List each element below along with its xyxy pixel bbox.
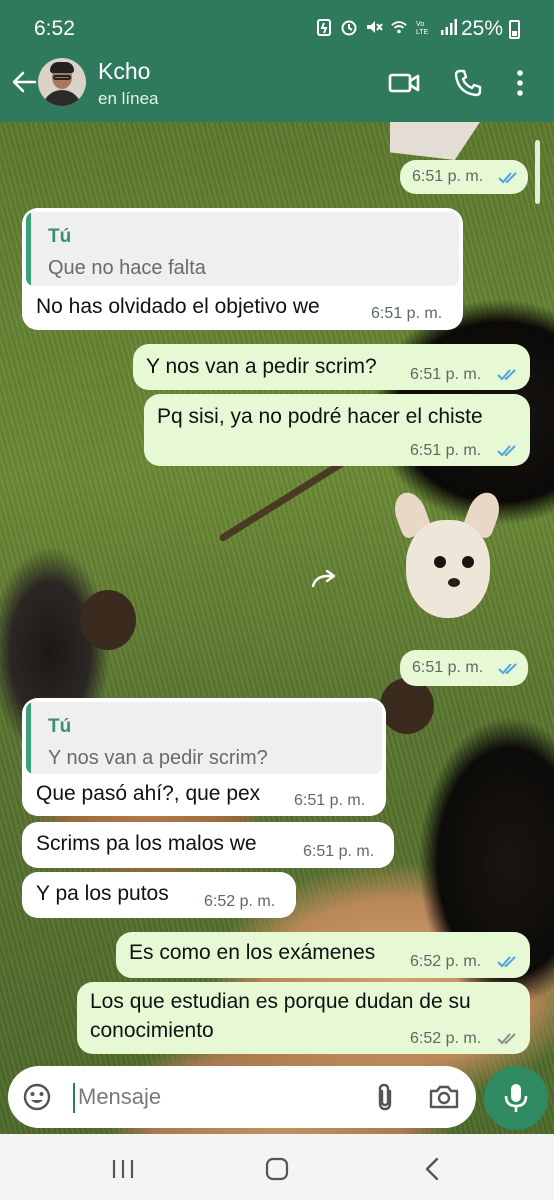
message-field[interactable]	[8, 1066, 476, 1128]
attach-icon[interactable]	[372, 1082, 398, 1112]
chat-area[interactable]: 6:51 p. m. Tú Que no hace falta No has o…	[0, 122, 554, 1134]
message-bubble-outgoing[interactable]: Pq sisi, ya no podré hacer el chiste 6:5…	[144, 394, 530, 466]
recent-apps-icon[interactable]	[108, 1156, 138, 1182]
read-ticks-icon	[497, 445, 516, 457]
message-text: Y nos van a pedir scrim?	[146, 355, 377, 378]
message-time: 6:51 p. m.	[410, 366, 482, 383]
camera-icon[interactable]	[428, 1082, 460, 1112]
forward-icon[interactable]	[310, 570, 340, 590]
message-bubble-outgoing[interactable]: Los que estudian es porque dudan de su c…	[77, 982, 530, 1054]
signal-icon	[440, 18, 458, 36]
message-bubble-incoming[interactable]: Tú Y nos van a pedir scrim? Que pasó ahí…	[22, 698, 386, 816]
message-text: Es como en los exámenes	[129, 941, 376, 964]
status-icons: Vo LTE	[315, 18, 458, 36]
quoted-author: Tú	[48, 226, 72, 247]
back-nav-icon[interactable]	[418, 1156, 448, 1182]
paw-decoration	[80, 590, 136, 650]
chihuahua-background	[389, 488, 505, 632]
quoted-message[interactable]: Tú Y nos van a pedir scrim?	[26, 702, 382, 774]
photo-fragment	[390, 122, 480, 160]
status-bar: 6:52 Vo LTE 25%	[0, 0, 554, 52]
message-text: Y pa los putos	[36, 882, 169, 905]
message-time: 6:51 p. m.	[303, 843, 375, 860]
read-ticks-icon	[498, 172, 517, 184]
sent-ticks-icon	[497, 1033, 516, 1045]
scrollbar[interactable]	[535, 140, 540, 204]
wifi-icon	[390, 18, 408, 36]
message-text: Que pasó ahí?, que pex	[36, 782, 261, 805]
composer-bar	[0, 1062, 554, 1134]
emoji-icon[interactable]	[22, 1082, 52, 1112]
message-bubble-outgoing[interactable]: 6:51 p. m.	[400, 160, 528, 194]
battery-indicator: 25%	[461, 17, 520, 41]
more-options-icon[interactable]	[510, 68, 530, 98]
status-time: 6:52	[34, 17, 75, 40]
message-time: 6:52 p. m.	[410, 1030, 482, 1047]
home-icon[interactable]	[262, 1156, 292, 1182]
message-time: 6:51 p. m.	[371, 305, 443, 322]
read-ticks-icon	[498, 663, 517, 675]
message-bubble-incoming[interactable]: Scrims pa los malos we 6:51 p. m.	[22, 822, 394, 868]
message-input[interactable]	[78, 1076, 318, 1118]
mic-icon	[504, 1084, 528, 1112]
message-bubble-incoming[interactable]: Tú Que no hace falta No has olvidado el …	[22, 208, 463, 330]
battery-percent: 25%	[460, 17, 503, 40]
message-time: 6:52 p. m.	[204, 893, 276, 910]
mute-icon	[365, 18, 383, 36]
message-time: 6:51 p. m.	[412, 659, 484, 676]
back-arrow-icon[interactable]	[10, 68, 38, 96]
message-text: Scrims pa los malos we	[36, 832, 257, 855]
video-call-icon[interactable]	[388, 68, 420, 98]
quoted-message[interactable]: Tú Que no hace falta	[26, 212, 459, 286]
message-bubble-outgoing[interactable]: 6:51 p. m.	[400, 650, 528, 686]
message-time: 6:52 p. m.	[410, 953, 482, 970]
svg-text:Vo: Vo	[416, 21, 424, 28]
contact-presence: en línea	[98, 89, 159, 108]
message-text-line1: Los que estudian es porque dudan de su	[90, 990, 471, 1013]
message-time: 6:51 p. m.	[294, 792, 366, 809]
message-text-line2: conocimiento	[90, 1019, 214, 1042]
quoted-text: Que no hace falta	[48, 257, 206, 279]
volte-icon: Vo LTE	[415, 18, 433, 36]
battery-saver-icon	[315, 18, 333, 36]
message-text: Pq sisi, ya no podré hacer el chiste	[157, 405, 483, 428]
svg-text:LTE: LTE	[416, 29, 429, 36]
read-ticks-icon	[497, 956, 516, 968]
message-bubble-outgoing[interactable]: Y nos van a pedir scrim? 6:51 p. m.	[133, 344, 530, 390]
message-bubble-incoming[interactable]: Y pa los putos 6:52 p. m.	[22, 872, 296, 918]
quoted-text: Y nos van a pedir scrim?	[48, 747, 268, 769]
text-caret	[73, 1083, 75, 1113]
message-time: 6:51 p. m.	[412, 168, 484, 185]
contact-avatar[interactable]	[38, 58, 86, 106]
message-text: No has olvidado el objetivo we	[36, 295, 320, 318]
phone-icon[interactable]	[452, 68, 484, 98]
contact-name[interactable]: Kcho	[98, 58, 150, 85]
chat-header: Kcho en línea	[0, 52, 554, 122]
voice-message-button[interactable]	[484, 1066, 548, 1130]
battery-icon	[509, 19, 520, 39]
paw-decoration	[380, 678, 434, 734]
read-ticks-icon	[497, 369, 516, 381]
message-time: 6:51 p. m.	[410, 442, 482, 459]
alarm-icon	[340, 18, 358, 36]
message-bubble-outgoing[interactable]: Es como en los exámenes 6:52 p. m.	[116, 932, 530, 978]
quoted-author: Tú	[48, 716, 72, 737]
system-nav-bar	[0, 1134, 554, 1200]
